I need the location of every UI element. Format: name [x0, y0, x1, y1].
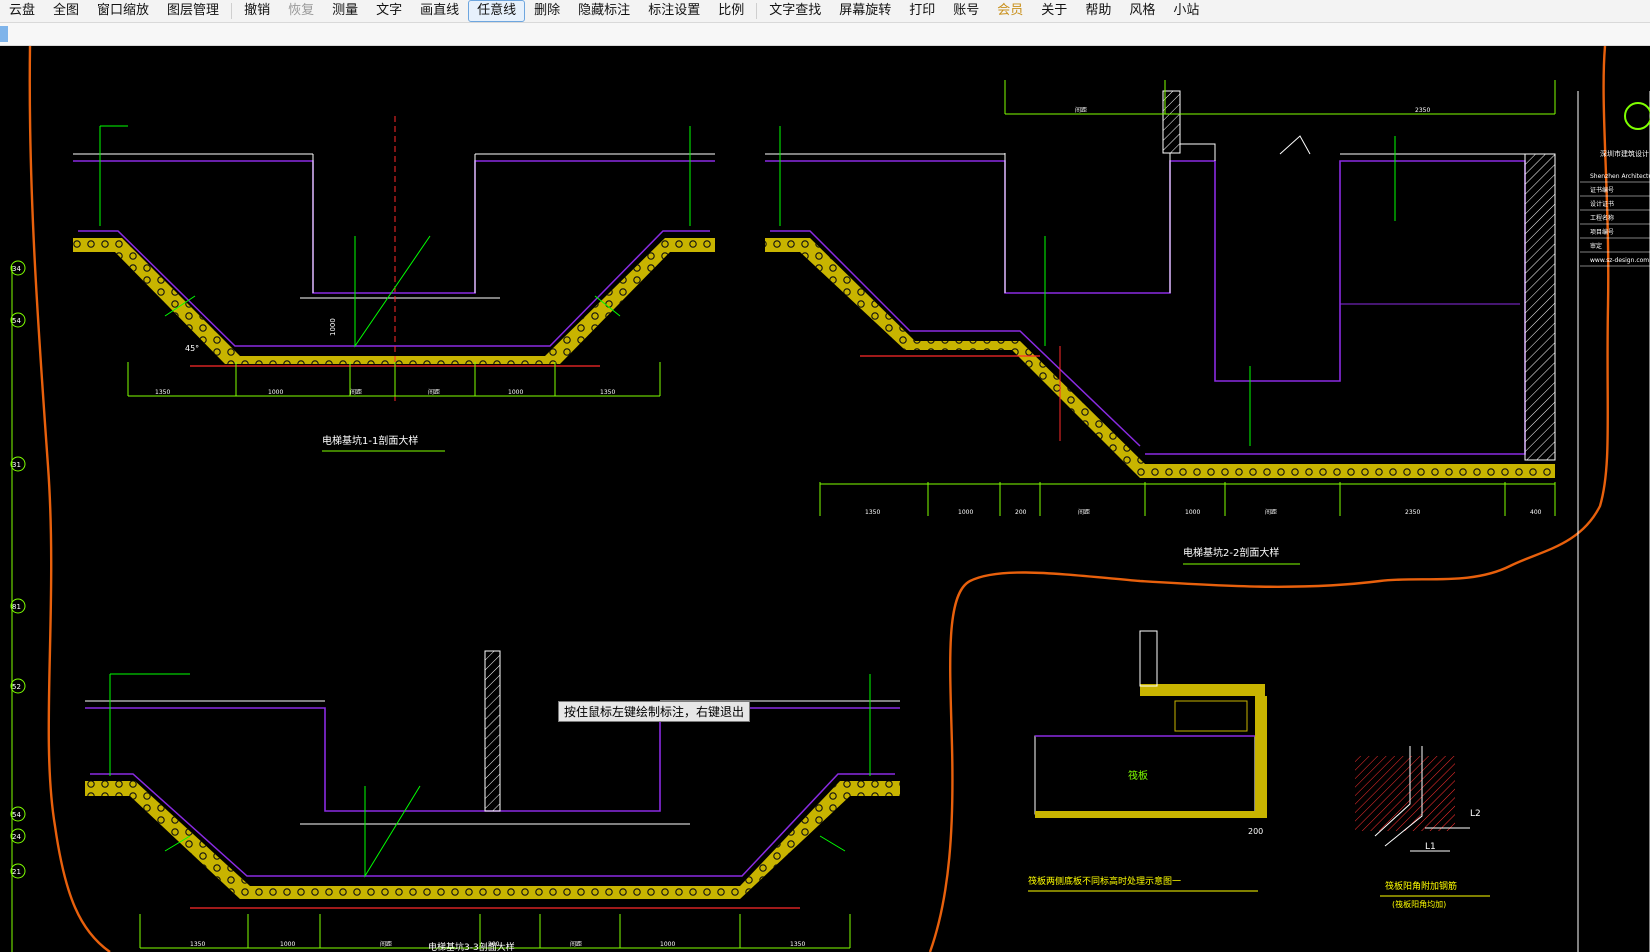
- dimension-text: 1000: [660, 941, 675, 948]
- dimension-text: 1000: [958, 509, 973, 516]
- dimension-text: 1350: [790, 941, 805, 948]
- toolbar-button-1[interactable]: 全图: [44, 1, 88, 21]
- toolbar-button-11[interactable]: 隐藏标注: [569, 1, 639, 21]
- axis-label: 54: [12, 811, 21, 819]
- toolbar-button-10[interactable]: 删除: [525, 1, 569, 21]
- section-1-1-title: 电梯基坑1-1剖面大样: [322, 434, 418, 447]
- title-block-line: 工程名称: [1590, 214, 1614, 222]
- toolbar-button-0[interactable]: 云盘: [0, 1, 44, 21]
- dimension-text: 400: [1530, 509, 1542, 516]
- section-1-1: 电梯基坑1-1剖面大样 45° 1000: [73, 116, 715, 452]
- title-block-line: 设计证书: [1590, 200, 1614, 208]
- dimension-text: 1350: [600, 389, 615, 396]
- revision-cloud-left: [28, 46, 111, 952]
- dimension-text: 1000: [268, 389, 283, 396]
- cad-canvas[interactable]: 34 54 31 81 52 54 24 21 电梯基坑1-1剖面大样 45° 1000 电梯…: [0, 46, 1650, 952]
- toolbar-button-22[interactable]: 小站: [1164, 1, 1208, 21]
- toolbar-button-17[interactable]: 账号: [944, 1, 988, 21]
- toolbar-button-13[interactable]: 比例: [709, 1, 753, 21]
- dimension-text: 2350: [1405, 509, 1420, 516]
- detail-1-title: 筏板两侧底板不同标高时处理示意图一: [1028, 875, 1181, 887]
- title-block-line: 审定: [1590, 242, 1602, 250]
- section-3-3: 电梯基坑3-3剖面大样: [85, 650, 900, 952]
- toolbar-button-8[interactable]: 画直线: [411, 1, 468, 21]
- dimension-text: 间距: [1078, 508, 1090, 516]
- rebar-1: [73, 160, 715, 294]
- toolbar-button-9[interactable]: 任意线: [468, 0, 526, 22]
- depth-label: 1000: [329, 318, 337, 336]
- main-toolbar: 云盘 全图 窗口缩放 图层管理 撤销 恢复 测量 文字 画直线 任意线 删除 隐藏标注 标注设置 比例 文字…: [0, 0, 1650, 23]
- toolbar-button-12[interactable]: 标注设置: [639, 1, 709, 21]
- detail-raft-step: 筏板 筏板两侧底板不同标高时处理示意图一 200: [1028, 630, 1267, 892]
- toolbar-button-18[interactable]: 会员: [988, 1, 1032, 21]
- toolbar-button-15[interactable]: 屏幕旋转: [830, 1, 900, 21]
- toolbar-button-3[interactable]: 图层管理: [158, 1, 228, 21]
- panel-toggle[interactable]: [0, 26, 8, 42]
- toolbar-button-19[interactable]: 关于: [1032, 1, 1076, 21]
- dimension-text: 1000: [508, 389, 523, 396]
- company-name: 深圳市建筑设计: [1600, 149, 1649, 158]
- section-2-2: 电梯基坑2-2剖面大样: [765, 90, 1556, 565]
- dimension-text: 200: [1015, 509, 1027, 516]
- section-2-2-title: 电梯基坑2-2剖面大样: [1183, 546, 1279, 559]
- dim-200: 200: [1248, 827, 1263, 836]
- axis-label: 24: [12, 833, 21, 841]
- dimension-text: 间距: [350, 388, 362, 396]
- toolbar-separator: [756, 3, 758, 19]
- grid-axis-left: 34 54 31 81 52 54 24 21: [10, 260, 26, 952]
- dim-l2: L2: [1470, 809, 1481, 819]
- detail-2-subtitle: (筏板阳角均加): [1392, 899, 1446, 909]
- axis-label: 52: [12, 683, 21, 691]
- axis-label: 21: [12, 868, 21, 876]
- cad-tooltip: 按住鼠标左键绘制标注，右键退出: [558, 701, 751, 722]
- toolbar-button-16[interactable]: 打印: [900, 1, 944, 21]
- concrete-slab-2: [765, 238, 1555, 478]
- toolbar-button-5[interactable]: 恢复: [279, 1, 323, 21]
- dimension-text: 1000: [1185, 509, 1200, 516]
- wall-hatch-3: [484, 650, 501, 812]
- dimension-text: 1350: [865, 509, 880, 516]
- dimension-text: 1000: [280, 941, 295, 948]
- toolbar-button-21[interactable]: 风格: [1120, 1, 1164, 21]
- toolbar-button-2[interactable]: 窗口缩放: [88, 1, 158, 21]
- dim-l1: L1: [1425, 842, 1436, 852]
- toolbar-separator: [231, 3, 233, 19]
- toolbar-button-14[interactable]: 文字查找: [760, 1, 830, 21]
- angle-label: 45°: [185, 344, 199, 353]
- secondary-toolbar: [0, 23, 1650, 46]
- toolbar-button-7[interactable]: 文字: [367, 1, 411, 21]
- dimension-text: 间距: [380, 940, 392, 948]
- revision-cloud-right: [928, 46, 1610, 952]
- dimension-text: 间距: [570, 940, 582, 948]
- detail-2-title: 筏板阳角附加钢筋: [1385, 880, 1457, 892]
- axis-label: 54: [12, 317, 21, 325]
- title-block-line: Shenzhen Architecture: [1590, 173, 1650, 180]
- wall-hatch-2: [1524, 153, 1556, 461]
- dimension-text: 间距: [428, 388, 440, 396]
- toolbar-button-20[interactable]: 帮助: [1076, 1, 1120, 21]
- axis-label: 34: [12, 265, 21, 273]
- title-block-line: www.sz-design.com: [1590, 257, 1649, 264]
- dimension-text: 2350: [1415, 107, 1430, 114]
- toolbar-button-4[interactable]: 撤销: [235, 1, 279, 21]
- section-3-3-title: 电梯基坑3-3剖面大样: [428, 941, 515, 952]
- dimension-text: 200: [488, 941, 500, 948]
- toolbar-button-6[interactable]: 测量: [323, 1, 367, 21]
- title-block-line: 项目编号: [1590, 228, 1614, 236]
- dimension-text: 间距: [1075, 106, 1087, 114]
- dimension-text: 1350: [155, 389, 170, 396]
- raft-label: 筏板: [1128, 769, 1148, 782]
- axis-label: 81: [12, 603, 21, 611]
- dimension-text: 1350: [190, 941, 205, 948]
- detail-corner-rebar: L1 L2 筏板阳角附加钢筋 (筏板阳角均加): [1355, 746, 1490, 909]
- dimension-text: 间距: [1265, 508, 1277, 516]
- company-logo-icon: [1624, 102, 1650, 130]
- title-block-line: 证书编号: [1590, 186, 1614, 194]
- axis-label: 31: [12, 461, 21, 469]
